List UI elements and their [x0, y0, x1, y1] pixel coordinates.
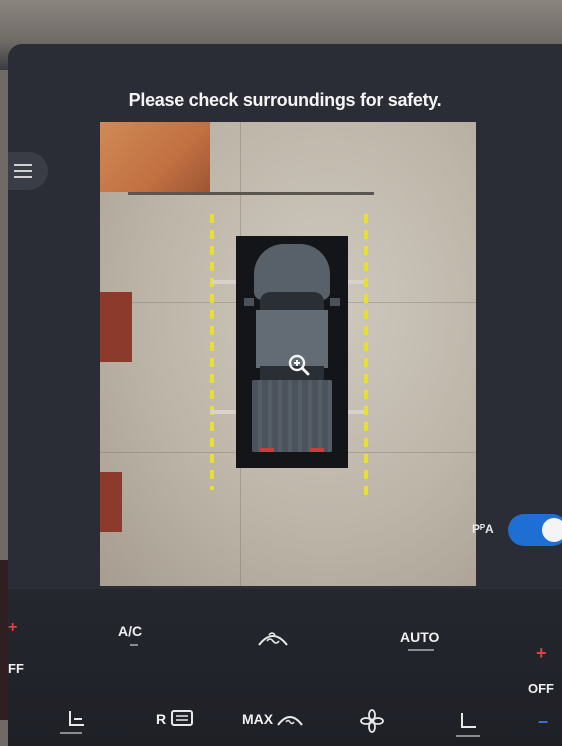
auto-button[interactable]: AUTO — [400, 629, 439, 645]
guide-line-right — [364, 214, 368, 496]
seat-right-indicator — [456, 735, 480, 737]
park-assist-label: PᴾA — [472, 522, 494, 536]
wall-red-segment — [100, 292, 132, 362]
safety-message: Please check surroundings for safety. — [128, 90, 442, 110]
temp-plus-right[interactable]: + — [536, 643, 547, 664]
ac-button[interactable]: A/C — [118, 623, 142, 639]
guide-line-top — [128, 192, 374, 195]
truck-top-view — [244, 244, 340, 456]
fan-off-left[interactable]: FF — [8, 661, 24, 676]
rear-defrost-button[interactable]: R — [156, 711, 166, 727]
left-edge-strip — [0, 560, 8, 720]
seat-icon[interactable] — [456, 711, 480, 733]
fan-off-right[interactable]: OFF — [528, 681, 554, 696]
vehicle-overlay — [236, 236, 348, 468]
wall-red-segment — [100, 472, 122, 532]
park-assist-toggle[interactable] — [508, 514, 562, 546]
max-defrost-button[interactable]: MAX — [242, 711, 273, 727]
heated-seat-icon[interactable] — [64, 709, 88, 731]
fan-icon[interactable] — [360, 709, 384, 733]
camera-view[interactable] — [100, 122, 476, 586]
max-defrost-icon[interactable] — [276, 709, 304, 729]
infotainment-screen: Please check surroundings for safety. Pᴾ… — [8, 44, 562, 746]
auto-indicator — [408, 649, 434, 651]
windshield-airflow-icon[interactable] — [256, 621, 290, 651]
temp-minus-right[interactable]: – — [538, 711, 548, 732]
menu-icon[interactable] — [8, 152, 48, 190]
seat-indicator — [60, 732, 82, 734]
ac-indicator — [130, 644, 138, 646]
zoom-in-icon[interactable] — [286, 352, 312, 378]
guide-line-left — [210, 214, 214, 490]
temp-plus-left[interactable]: + — [8, 619, 17, 637]
toggle-knob — [542, 518, 562, 542]
rear-defrost-icon[interactable] — [170, 709, 194, 729]
climate-panel: FF + A/C AUTO + OFF – R MAX — [8, 589, 562, 746]
wall-corner — [100, 122, 210, 192]
